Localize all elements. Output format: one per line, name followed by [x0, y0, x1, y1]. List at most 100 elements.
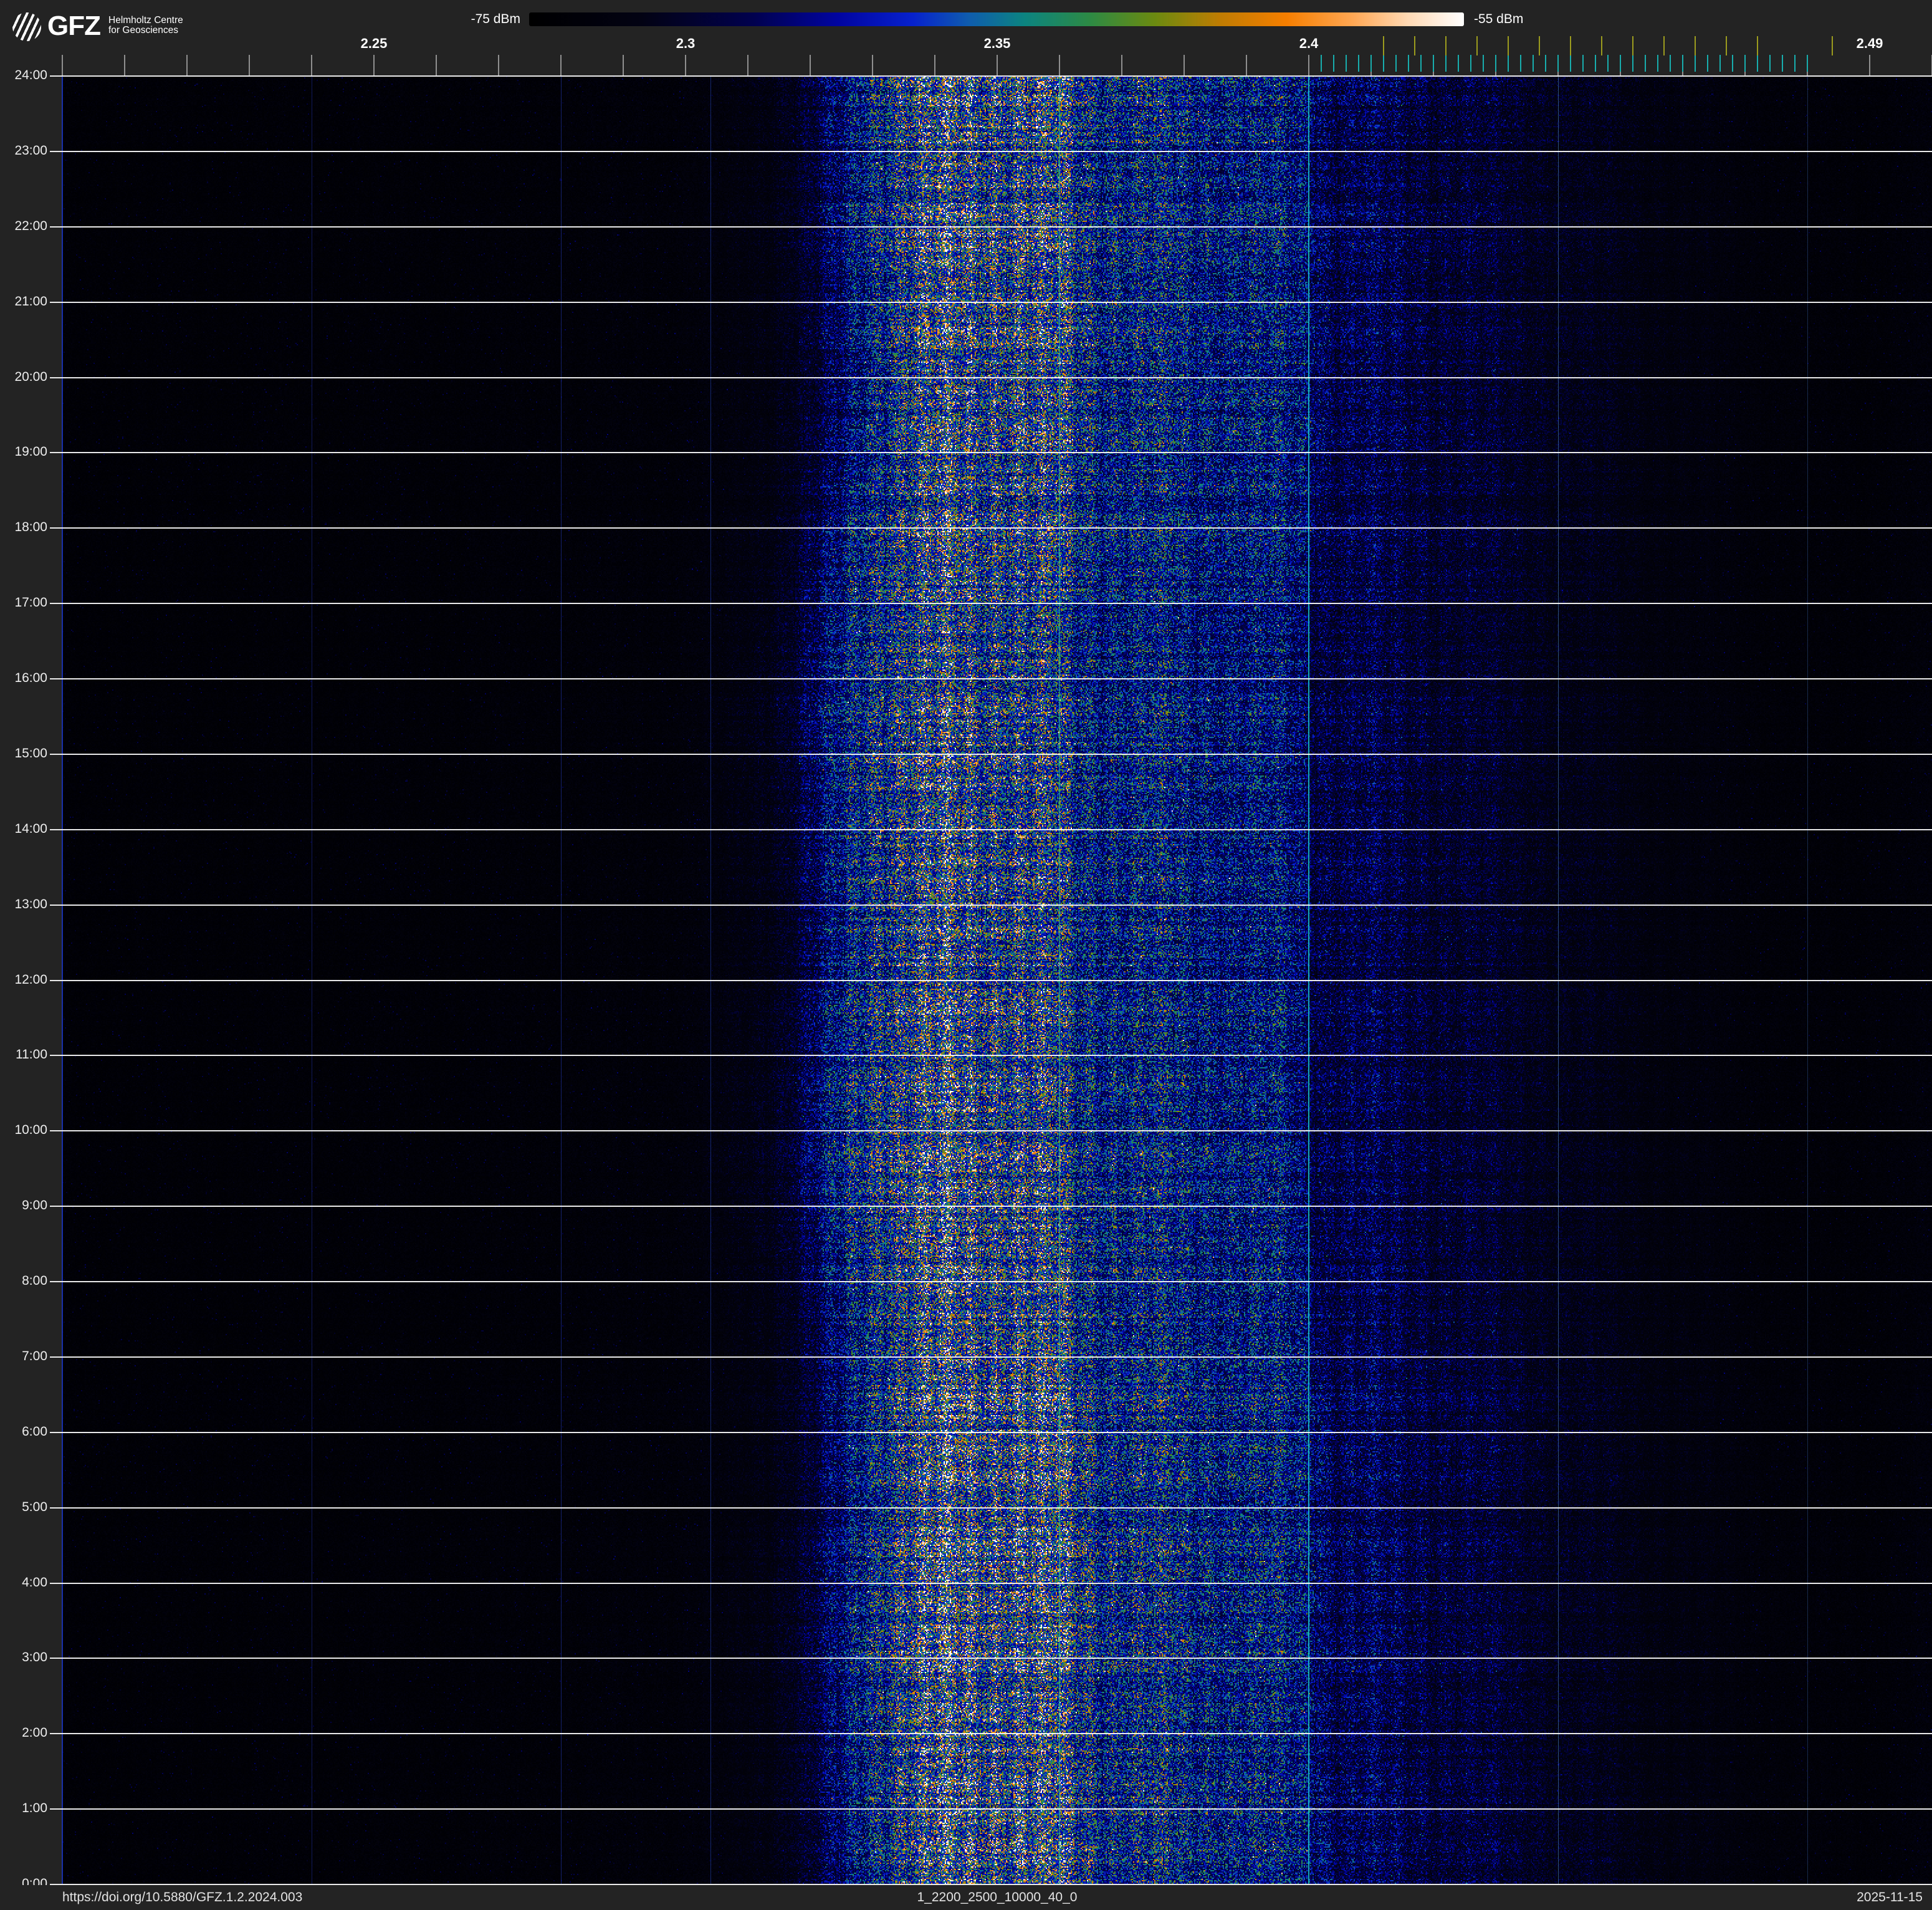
carrier-line — [1807, 76, 1808, 1884]
wifi-channel-tick — [1632, 36, 1633, 55]
ble-channel-tick — [1508, 55, 1509, 72]
time-label: 7:00 — [22, 1348, 47, 1363]
time-label: 4:00 — [22, 1575, 47, 1590]
ble-channel-tick — [1520, 55, 1521, 72]
wifi-channel-tick — [1601, 36, 1602, 55]
freq-minor-tick — [186, 55, 188, 75]
carrier-line — [1059, 76, 1060, 1884]
ble-channel-tick — [1358, 55, 1359, 72]
carrier-line — [560, 76, 562, 1884]
ble-channel-tick — [1807, 55, 1808, 72]
time-label: 13:00 — [14, 896, 47, 911]
time-label: 24:00 — [14, 68, 47, 82]
freq-minor-tick — [1869, 55, 1870, 75]
ble-channel-tick — [1645, 55, 1646, 72]
wifi-channel-tick — [1695, 36, 1696, 55]
spectrogram-page: GFZ Helmholtz Centre for Geosciences -75… — [0, 0, 1932, 1910]
ble-channel-tick — [1682, 55, 1683, 72]
ble-channel-tick — [1383, 55, 1384, 72]
ble-channel-tick — [1782, 55, 1783, 72]
wifi-channel-tick — [1539, 36, 1540, 55]
time-label: 23:00 — [14, 143, 47, 158]
time-label: 15:00 — [14, 746, 47, 761]
ble-channel-tick — [1607, 55, 1609, 72]
time-label: 21:00 — [14, 294, 47, 309]
ble-channel-tick — [1769, 55, 1771, 72]
ble-channel-tick — [1333, 55, 1334, 72]
freq-minor-tick — [997, 55, 998, 75]
carrier-line — [62, 76, 63, 1884]
ble-channel-tick — [1458, 55, 1459, 72]
gfz-logo-subtitle-line1: Helmholtz Centre — [108, 15, 183, 26]
ble-channel-tick — [1346, 55, 1347, 72]
time-label: 9:00 — [22, 1198, 47, 1213]
wifi-channel-tick — [1570, 36, 1571, 55]
footer-bar: https://doi.org/10.5880/GFZ.1.2.2024.003… — [0, 1885, 1932, 1910]
wifi-channel-tick — [1508, 36, 1509, 55]
time-label: 8:00 — [22, 1274, 47, 1288]
wifi-channel-tick — [1832, 36, 1833, 55]
wifi-channel-tick — [1476, 36, 1478, 55]
carrier-line — [1308, 76, 1309, 1884]
freq-minor-tick — [934, 55, 935, 75]
ble-channel-tick — [1794, 55, 1796, 72]
ble-channel-tick — [1695, 55, 1696, 72]
ble-channel-tick — [1470, 55, 1471, 72]
time-label: 12:00 — [14, 972, 47, 987]
gfz-logo-icon — [12, 12, 41, 41]
date-text: 2025-11-15 — [1857, 1890, 1923, 1904]
spectrogram-canvas — [62, 76, 1932, 1884]
freq-minor-tick — [1308, 55, 1309, 75]
ble-channel-tick — [1632, 55, 1633, 72]
ble-channel-tick — [1445, 55, 1447, 72]
wifi-channel-tick — [1414, 36, 1415, 55]
ble-channel-tick — [1495, 55, 1496, 72]
time-label: 16:00 — [14, 671, 47, 685]
colorbar-min-label: -75 dBm — [471, 12, 520, 26]
time-label: 1:00 — [22, 1801, 47, 1816]
freq-minor-tick — [311, 55, 312, 75]
wifi-channel-tick — [1663, 36, 1665, 55]
freq-tick-label: 2.3 — [676, 36, 696, 51]
ble-channel-tick — [1719, 55, 1721, 72]
gfz-logo-subtitle: Helmholtz Centre for Geosciences — [108, 16, 183, 36]
ble-channel-tick — [1744, 55, 1746, 72]
time-label: 6:00 — [22, 1424, 47, 1439]
colorbar-max-label: -55 dBm — [1474, 12, 1524, 26]
freq-minor-tick — [1246, 55, 1247, 75]
freq-minor-tick — [124, 55, 125, 75]
wifi-channel-tick — [1757, 36, 1758, 55]
freq-tick-label: 2.4 — [1299, 36, 1319, 51]
ble-channel-tick — [1707, 55, 1708, 72]
spectrogram-plot — [62, 75, 1932, 1885]
ble-channel-tick — [1732, 55, 1733, 72]
ble-channel-tick — [1408, 55, 1409, 72]
time-label: 11:00 — [16, 1047, 47, 1062]
freq-minor-tick — [810, 55, 811, 75]
freq-minor-tick — [747, 55, 748, 75]
time-label: 14:00 — [14, 821, 47, 836]
ble-channel-tick — [1483, 55, 1484, 72]
ble-channel-tick — [1321, 55, 1322, 72]
time-label: 20:00 — [14, 369, 47, 384]
time-label: 3:00 — [22, 1650, 47, 1665]
ble-channel-tick — [1420, 55, 1422, 72]
freq-minor-tick — [249, 55, 250, 75]
wifi-channel-tick — [1726, 36, 1727, 55]
freq-minor-tick — [498, 55, 499, 75]
header: GFZ Helmholtz Centre for Geosciences -75… — [0, 0, 1932, 75]
ble-channel-tick — [1670, 55, 1671, 72]
ble-channel-tick — [1595, 55, 1596, 72]
ble-channel-tick — [1395, 55, 1397, 72]
ble-channel-tick — [1657, 55, 1658, 72]
freq-minor-tick — [872, 55, 873, 75]
freq-minor-tick — [560, 55, 562, 75]
wifi-channel-tick — [1445, 36, 1447, 55]
ble-channel-tick — [1433, 55, 1434, 72]
ble-channel-tick — [1545, 55, 1546, 72]
freq-minor-tick — [62, 55, 63, 75]
time-label: 19:00 — [14, 444, 47, 459]
freq-minor-tick — [1121, 55, 1122, 75]
wifi-channel-tick — [1383, 36, 1384, 55]
freq-tick-label: 2.35 — [983, 36, 1011, 51]
